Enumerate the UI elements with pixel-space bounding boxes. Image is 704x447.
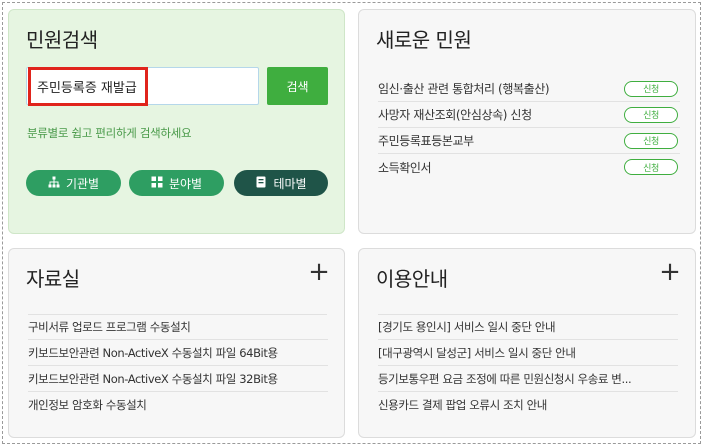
search-input[interactable] <box>26 67 259 105</box>
list-item[interactable]: 신용카드 결제 팝업 오류시 조치 안내 <box>378 392 678 418</box>
resources-panel: 자료실 + 구비서류 업로드 프로그램 수동설치 키보드보안관련 Non-Act… <box>8 248 345 438</box>
category-agency-label: 기관별 <box>65 176 100 191</box>
plus-icon[interactable]: + <box>308 259 330 285</box>
apply-badge[interactable]: 신청 <box>624 159 678 175</box>
new-complaint-label: 소득확인서 <box>378 160 432 175</box>
category-field-label: 분야별 <box>168 176 203 191</box>
search-hint: 분류별로 쉽고 편리하게 검색하세요 <box>27 126 192 140</box>
org-chart-icon <box>48 176 60 191</box>
guide-title: 이용안내 <box>376 267 448 291</box>
new-complaint-label: 사망자 재산조회(안심상속) 신청 <box>378 108 532 122</box>
new-complaint-label: 주민등록표등본교부 <box>378 134 474 148</box>
list-item[interactable]: 등기보통우편 요금 조정에 따른 민원신청시 우송료 변... <box>378 366 678 392</box>
resources-title: 자료실 <box>26 267 80 291</box>
new-complaints-title: 새로운 민원 <box>376 28 472 52</box>
list-item[interactable]: 임신·출산 관련 통합처리 (행복출산) 신청 <box>378 76 680 102</box>
guide-list: [경기도 용인시] 서비스 일시 중단 안내 [대구광역시 달성군] 서비스 일… <box>378 314 678 418</box>
apply-badge[interactable]: 신청 <box>624 80 678 97</box>
apply-badge[interactable]: 신청 <box>624 106 678 123</box>
category-theme-label: 테마별 <box>273 176 307 191</box>
list-item[interactable]: 소득확인서 신청 <box>378 154 680 180</box>
list-item[interactable]: 개인정보 암호화 수동설치 <box>28 392 328 418</box>
category-field-button[interactable]: 분야별 <box>129 170 224 196</box>
category-theme-button[interactable]: 테마별 <box>234 170 328 196</box>
new-complaint-label: 임신·출산 관련 통합처리 (행복출산) <box>378 82 550 96</box>
list-item[interactable]: 사망자 재산조회(안심상속) 신청 신청 <box>378 102 680 128</box>
list-item[interactable]: [대구광역시 달성군] 서비스 일시 중단 안내 <box>378 340 678 366</box>
list-item[interactable]: 키보드보안관련 Non-ActiveX 수동설치 파일 64Bit용 <box>28 340 328 366</box>
apply-badge[interactable]: 신청 <box>624 132 678 149</box>
search-button[interactable]: 검색 <box>267 67 328 105</box>
list-item[interactable]: 구비서류 업로드 프로그램 수동설치 <box>28 314 328 340</box>
new-complaints-list: 임신·출산 관련 통합처리 (행복출산) 신청 사망자 재산조회(안심상속) 신… <box>378 76 680 180</box>
category-agency-button[interactable]: 기관별 <box>26 170 121 196</box>
resources-list: 구비서류 업로드 프로그램 수동설치 키보드보안관련 Non-ActiveX 수… <box>28 314 328 418</box>
list-item[interactable]: 키보드보안관련 Non-ActiveX 수동설치 파일 32Bit용 <box>28 366 328 392</box>
list-item[interactable]: [경기도 용인시] 서비스 일시 중단 안내 <box>378 314 678 340</box>
book-icon <box>255 176 267 191</box>
search-panel-title: 민원검색 <box>26 28 98 52</box>
list-item[interactable]: 주민등록표등본교부 신청 <box>378 128 680 154</box>
guide-panel: 이용안내 + [경기도 용인시] 서비스 일시 중단 안내 [대구광역시 달성군… <box>358 248 696 438</box>
new-complaints-panel: 새로운 민원 임신·출산 관련 통합처리 (행복출산) 신청 사망자 재산조회(… <box>358 9 696 234</box>
search-panel: 민원검색 검색 분류별로 쉽고 편리하게 검색하세요 기관별 분야별 테마별 <box>8 9 345 234</box>
grid-icon <box>151 176 163 191</box>
plus-icon[interactable]: + <box>659 259 681 285</box>
